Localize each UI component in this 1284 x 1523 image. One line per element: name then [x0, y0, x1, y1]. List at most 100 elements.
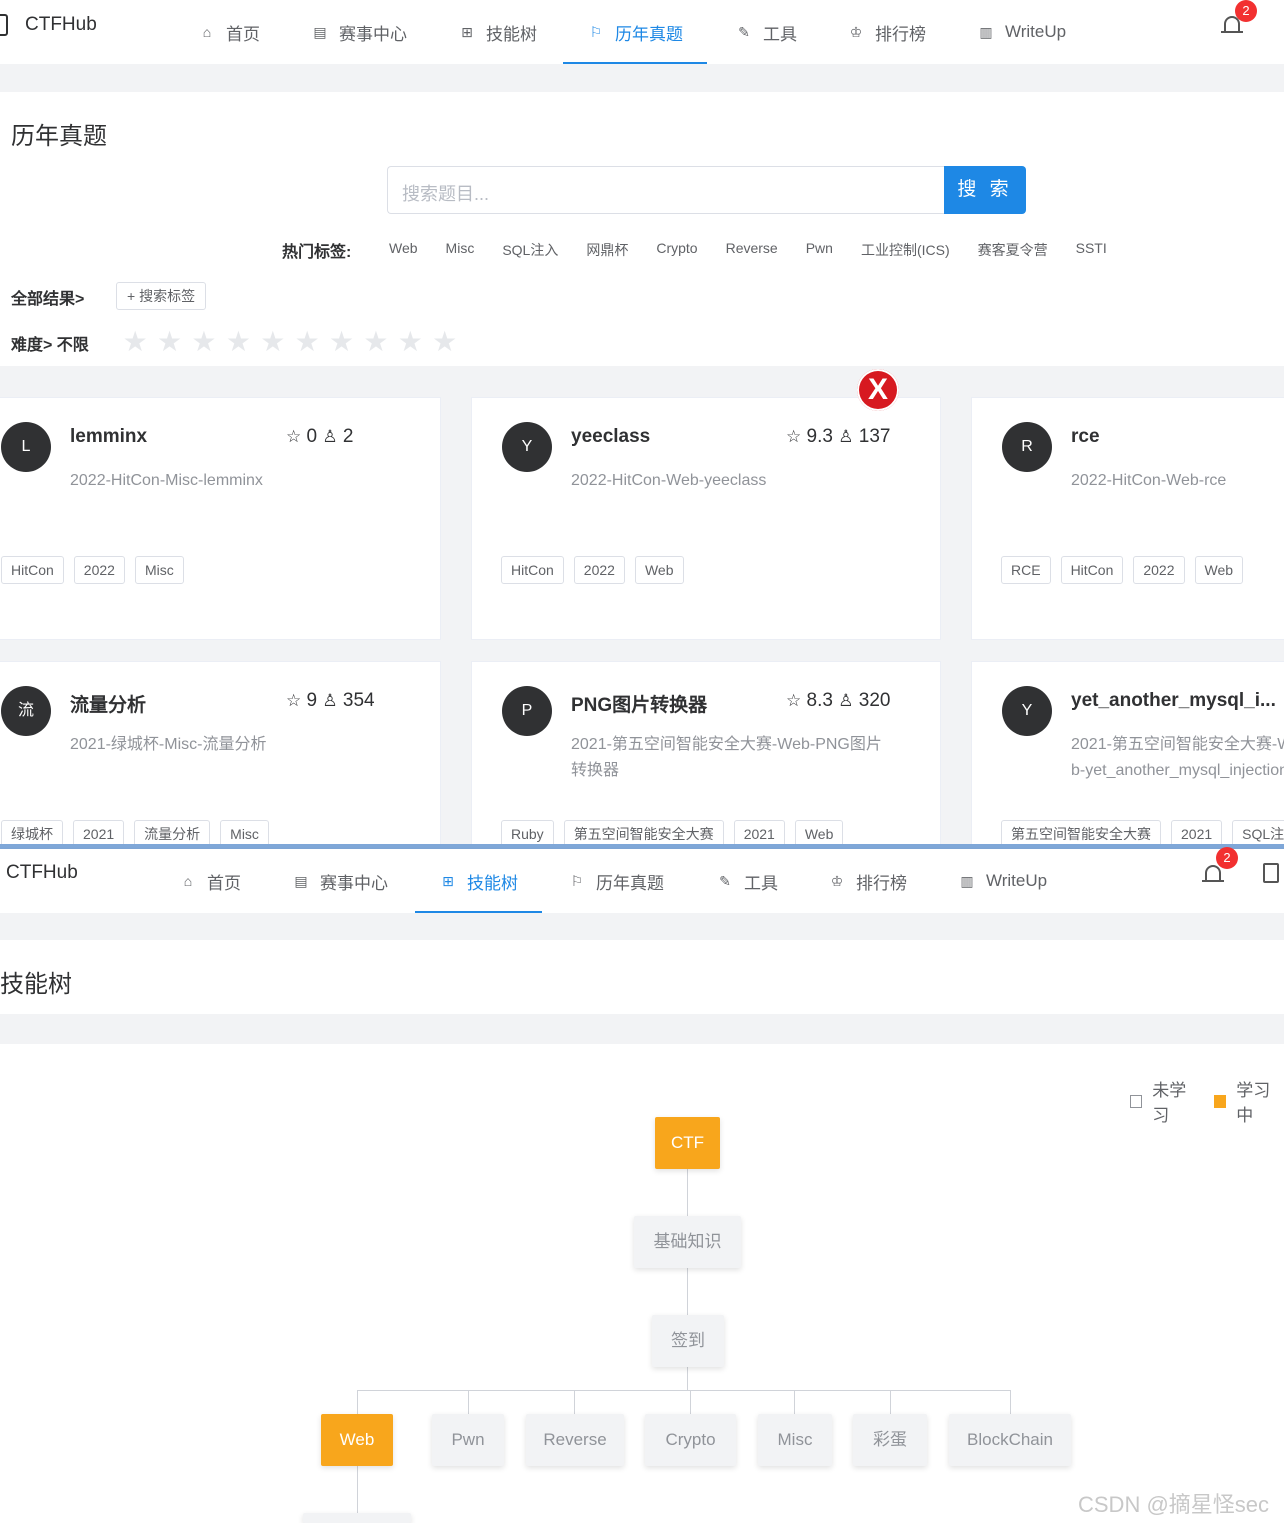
- tree-node-signin[interactable]: 签到: [652, 1315, 724, 1367]
- nav-ranking[interactable]: ♔ 排行榜: [847, 0, 926, 64]
- card-title[interactable]: yeeclass: [571, 426, 650, 448]
- star-outline-icon: ☆: [286, 691, 302, 710]
- card-tag[interactable]: 2022: [573, 556, 625, 584]
- tree-node-category[interactable]: BlockChain: [949, 1414, 1071, 1466]
- tree-connector: [468, 1390, 469, 1414]
- tree-node-category[interactable]: Reverse: [526, 1414, 624, 1466]
- trophy-icon: ♔: [830, 872, 844, 889]
- tree-node-category[interactable]: Pwn: [432, 1414, 504, 1466]
- all-results-filter[interactable]: 全部结果>: [11, 285, 84, 309]
- star-icon[interactable]: ★: [393, 325, 427, 358]
- card-tag[interactable]: 2022: [1133, 556, 1185, 584]
- card-tag[interactable]: HitCon: [501, 556, 564, 584]
- card-tag[interactable]: HitCon: [1, 556, 64, 584]
- hot-tag[interactable]: 工业控制(ICS): [861, 240, 950, 260]
- card-tag[interactable]: Web: [1194, 556, 1244, 584]
- brand-name[interactable]: CTFHub: [25, 14, 97, 36]
- card-tag[interactable]: Misc: [134, 556, 184, 584]
- card-title[interactable]: 流量分析: [70, 690, 146, 717]
- star-icon[interactable]: ★: [290, 325, 324, 358]
- nav-writeup[interactable]: ▥ WriteUp: [958, 849, 1047, 913]
- menu-icon[interactable]: [1263, 863, 1279, 883]
- difficulty-filter[interactable]: 难度> 不限: [11, 331, 89, 355]
- nav-events[interactable]: ▤ 赛事中心: [311, 0, 407, 64]
- nav-ranking[interactable]: ♔ 排行榜: [828, 849, 907, 913]
- challenge-card[interactable]: L lemminx ☆ 0 ♙ 2 2022-HitCon-Misc-lemmi…: [0, 397, 441, 640]
- nav-skill-tree-label: 技能树: [486, 24, 537, 44]
- hot-tag[interactable]: SSTI: [1076, 240, 1107, 260]
- challenge-card[interactable]: 流 流量分析 ☆ 9 ♙ 354 2021-绿城杯-Misc-流量分析 绿城杯 …: [0, 661, 441, 861]
- hot-tags-list: Web Misc SQL注入 网鼎杯 Crypto Reverse Pwn 工业…: [375, 240, 1121, 260]
- card-tag[interactable]: RCE: [1001, 556, 1051, 584]
- hot-tag[interactable]: Web: [389, 240, 418, 260]
- star-icon[interactable]: ★: [118, 325, 152, 358]
- nav-history[interactable]: ⚐ 历年真题: [568, 849, 664, 913]
- tree-connector: [357, 1390, 1011, 1391]
- nav-skill-tree[interactable]: ⊞ 技能树: [415, 849, 542, 913]
- hot-tag[interactable]: Misc: [446, 240, 475, 260]
- card-rating: 0: [306, 426, 318, 447]
- star-icon[interactable]: ★: [187, 325, 221, 358]
- tree-node-category[interactable]: Web: [321, 1414, 393, 1466]
- tree-node-child-partial[interactable]: [303, 1513, 411, 1523]
- nav-skill-tree[interactable]: ⊞ 技能树: [458, 0, 537, 64]
- nav-history-label: 历年真题: [596, 873, 664, 893]
- star-icon[interactable]: ★: [152, 325, 186, 358]
- card-title[interactable]: yet_another_mysql_i...: [1071, 690, 1276, 712]
- nav-home[interactable]: ⌂ 首页: [179, 849, 241, 913]
- hot-tag[interactable]: 赛客夏令营: [978, 240, 1048, 260]
- wrench-icon: ✎: [738, 23, 750, 40]
- close-x-icon[interactable]: X: [857, 369, 899, 411]
- book-icon: ▥: [960, 872, 974, 889]
- card-stats: ☆ 8.3 ♙ 320: [786, 690, 890, 712]
- nav-tools[interactable]: ✎ 工具: [716, 849, 778, 913]
- card-tag[interactable]: 2022: [73, 556, 125, 584]
- ctfhub-logo-icon[interactable]: [0, 14, 8, 36]
- card-title[interactable]: rce: [1071, 426, 1100, 448]
- card-tag[interactable]: HitCon: [1060, 556, 1124, 584]
- nav-gap-band: [0, 913, 1284, 940]
- calendar-icon: ▤: [294, 872, 308, 889]
- nav-events[interactable]: ▤ 赛事中心: [292, 849, 388, 913]
- hot-tag[interactable]: Crypto: [656, 240, 697, 260]
- card-title[interactable]: lemminx: [70, 426, 147, 448]
- star-icon[interactable]: ★: [324, 325, 358, 358]
- tree-connector: [794, 1390, 795, 1414]
- card-title[interactable]: PNG图片转换器: [571, 690, 707, 717]
- page-title: 历年真题: [11, 123, 107, 150]
- tree-node-category[interactable]: Crypto: [645, 1414, 736, 1466]
- search-button[interactable]: 搜 索: [944, 166, 1026, 214]
- notification-badge: 2: [1235, 0, 1257, 22]
- hot-tag[interactable]: Pwn: [806, 240, 833, 260]
- tree-node-basics[interactable]: 基础知识: [634, 1216, 741, 1268]
- star-icon[interactable]: ★: [359, 325, 393, 358]
- challenge-card[interactable]: P PNG图片转换器 ☆ 8.3 ♙ 320 2021-第五空间智能安全大赛-W…: [471, 661, 941, 861]
- star-icon[interactable]: ★: [221, 325, 255, 358]
- add-search-tag-button[interactable]: + 搜索标签: [116, 282, 207, 310]
- challenge-card[interactable]: R rce 2022-HitCon-Web-rce RCE HitCon 202…: [971, 397, 1284, 640]
- nav-home[interactable]: ⌂ 首页: [198, 0, 260, 64]
- challenge-card[interactable]: Y yet_another_mysql_i... 2021-第五空间智能安全大赛…: [971, 661, 1284, 861]
- card-tag[interactable]: Web: [634, 556, 684, 584]
- avatar: Y: [502, 422, 552, 472]
- nav-writeup[interactable]: ▥ WriteUp: [977, 0, 1066, 64]
- star-icon[interactable]: ★: [428, 325, 462, 358]
- notification-badge: 2: [1216, 847, 1238, 869]
- nav-ranking-label: 排行榜: [875, 24, 926, 44]
- card-tags: HitCon 2022 Misc: [1, 556, 194, 584]
- tree-node-category[interactable]: 彩蛋: [853, 1414, 927, 1466]
- search-input[interactable]: 搜索题目...: [387, 166, 945, 214]
- tree-node-category[interactable]: Misc: [758, 1414, 832, 1466]
- avatar: R: [1002, 422, 1052, 472]
- nav-tools[interactable]: ✎ 工具: [735, 0, 797, 64]
- challenge-card[interactable]: Y yeeclass ☆ 9.3 ♙ 137 2022-HitCon-Web-y…: [471, 397, 941, 640]
- tree-node-root[interactable]: CTF: [655, 1117, 720, 1169]
- hot-tag[interactable]: Reverse: [726, 240, 778, 260]
- star-icon[interactable]: ★: [256, 325, 290, 358]
- hot-tag[interactable]: SQL注入: [502, 240, 558, 260]
- nav-writeup-label: WriteUp: [986, 871, 1048, 890]
- hot-tag[interactable]: 网鼎杯: [586, 240, 628, 260]
- brand-name[interactable]: CTFHub: [6, 862, 78, 884]
- nav-home-label: 首页: [207, 873, 241, 893]
- nav-history[interactable]: ⚐ 历年真题: [563, 0, 707, 64]
